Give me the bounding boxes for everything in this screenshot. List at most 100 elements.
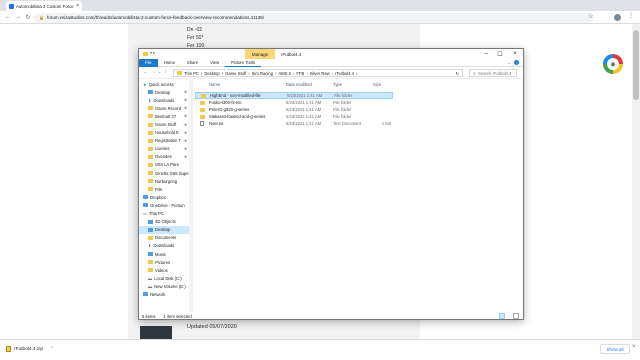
- nav-item-label: Pictures: [155, 259, 171, 265]
- up-icon[interactable]: ↑: [164, 69, 167, 75]
- folder-icon: [148, 187, 153, 192]
- file-row[interactable]: Note.txt 5/23/2021 1:41 AM Text Document 1 …: [195, 120, 393, 127]
- path-seg[interactable]: Game Stuff: [225, 71, 246, 76]
- nav-item[interactable]: Beeloutt 27 ✱: [139, 112, 189, 120]
- close-window-icon[interactable]: ×: [508, 49, 522, 59]
- star-icon[interactable]: ☆: [588, 13, 593, 20]
- nav-item[interactable]: Desktop ✱: [139, 88, 189, 96]
- ribbon-tab-picture-tools[interactable]: Picture Tools: [225, 59, 262, 67]
- back-icon[interactable]: ←: [3, 12, 13, 22]
- file-row[interactable]: PeterG-g920-g-series 5/23/2021 1:41 AM Fil…: [195, 106, 393, 113]
- nav-item[interactable]: G84 LA Pare: [139, 161, 189, 169]
- path-seg[interactable]: This PC: [184, 71, 199, 76]
- nav-item[interactable]: Pictures: [139, 258, 189, 266]
- nav-item[interactable]: Nurburgring: [139, 177, 189, 185]
- ribbon-tab-share[interactable]: Share: [181, 59, 204, 67]
- close-downloads-icon[interactable]: ×: [632, 344, 636, 350]
- help-icon[interactable]: ?: [514, 60, 519, 65]
- navigation-pane: ★ Quick access Desktop ✱ ⬇ Downloads ✱ Game Rec…: [139, 80, 189, 312]
- search-box[interactable]: ⚲ Search rFutbol4.4: [469, 69, 517, 77]
- maximize-icon[interactable]: ☐: [493, 49, 507, 59]
- window-title: rFutbol4.4: [281, 51, 302, 57]
- nav-item[interactable]: ⬇ Downloads ✱: [139, 96, 189, 104]
- nav-item[interactable]: Game Record ✱: [139, 104, 189, 112]
- column-type[interactable]: Type: [333, 82, 342, 87]
- nav-item[interactable]: Desktop: [139, 225, 189, 234]
- path-seg[interactable]: rFutbol4.4: [335, 71, 354, 76]
- nav-item[interactable]: OneDrive - Person: [139, 201, 189, 209]
- nav-item[interactable]: Documents: [139, 234, 189, 242]
- nav-item[interactable]: Household E ✱: [139, 129, 189, 137]
- column-size[interactable]: Size: [373, 82, 381, 87]
- nav-item[interactable]: Registration T ✱: [139, 137, 189, 145]
- file-name: Slakasso-lowend-and-g-series: [209, 114, 266, 119]
- post-thumbnail[interactable]: [140, 326, 172, 339]
- tiles-view-icon[interactable]: [513, 313, 519, 319]
- nav-item[interactable]: Videos: [139, 266, 189, 274]
- folder-icon: [177, 71, 182, 75]
- nav-item[interactable]: Game Stuff ✱: [139, 120, 189, 128]
- ribbon-expand-icon[interactable]: ⌄: [507, 60, 511, 65]
- nav-item[interactable]: ▬ New Volume (E:): [139, 282, 189, 290]
- nav-item[interactable]: Network: [139, 290, 189, 298]
- download-item[interactable]: rFutbol4.4.zip ⌃: [6, 344, 54, 354]
- details-view-icon[interactable]: [499, 313, 505, 319]
- minimize-icon[interactable]: –: [479, 49, 493, 59]
- file-row[interactable]: Fusko-t300-fx-etc 5/23/2021 1:41 AM File f…: [195, 99, 393, 106]
- nav-item[interactable]: 3D Objects: [139, 218, 189, 226]
- path-seg[interactable]: FFB: [296, 71, 304, 76]
- address-bar[interactable]: 🔒 forum.reizastudios.com/threads/automob…: [34, 12, 594, 23]
- file-row[interactable]: HighEnd - non-modified-file 5/23/2021 1:4…: [195, 92, 393, 99]
- zip-file-icon: [6, 346, 11, 352]
- explorer-title-bar[interactable]: ▾ ▸ Manage rFutbol4.4 – ☐ ×: [139, 49, 523, 59]
- column-date[interactable]: Date modified: [286, 82, 312, 87]
- star-icon: ★: [143, 81, 147, 87]
- path-seg[interactable]: AMS 2: [278, 71, 291, 76]
- ribbon-tab-file[interactable]: File: [139, 58, 158, 67]
- file-row[interactable]: Slakasso-lowend-and-g-series 5/23/2021 1:…: [195, 113, 393, 120]
- forward-icon[interactable]: →: [151, 69, 156, 75]
- file-name: Fusko-t300-fx-etc: [209, 100, 242, 105]
- qat-icon[interactable]: ▾ ▸: [150, 50, 155, 55]
- refresh-icon[interactable]: ↻: [455, 71, 459, 76]
- location-icon: [143, 203, 148, 208]
- forward-icon[interactable]: →: [13, 12, 23, 22]
- path-seg[interactable]: Sim Racing: [252, 71, 273, 76]
- reload-icon[interactable]: ↻: [23, 12, 33, 22]
- nav-item[interactable]: Ginetta G55 Supe: [139, 169, 189, 177]
- nav-item[interactable]: ▭ This PC: [139, 210, 189, 218]
- file-size: 1 KB: [381, 121, 391, 126]
- ribbon-tab-home[interactable]: Home: [158, 59, 181, 67]
- nav-item[interactable]: Liveries ✱: [139, 145, 189, 153]
- download-file-name: rFutbol4.4.zip: [14, 346, 44, 352]
- nav-item[interactable]: Music: [139, 250, 189, 258]
- ribbon-tab-view[interactable]: View: [204, 59, 225, 67]
- nav-item-label: 3D Objects: [155, 219, 176, 225]
- path-seg[interactable]: Silver Raw: [310, 71, 330, 76]
- manage-tab[interactable]: Manage: [245, 49, 275, 59]
- chevron-up-icon[interactable]: ⌃: [50, 347, 54, 352]
- folder-icon: [148, 268, 153, 273]
- nav-item[interactable]: Overides ✱: [139, 153, 189, 161]
- nav-item[interactable]: ★ Quick access: [139, 80, 189, 88]
- nav-item-label: Videos: [155, 267, 168, 273]
- path-bar[interactable]: This PC › Desktop › Game Stuff › Sim Racing…: [173, 69, 463, 77]
- drive-icon: ▬: [148, 275, 153, 281]
- folder-icon: [148, 154, 153, 159]
- column-name[interactable]: Name: [209, 82, 220, 87]
- browser-tab[interactable]: Automobilista 2 Custom Force F... ×: [6, 1, 82, 11]
- nav-item[interactable]: Pits: [139, 185, 189, 193]
- back-icon[interactable]: ←: [143, 69, 148, 75]
- page-scrollbar-thumb[interactable]: [633, 30, 639, 100]
- close-tab-icon[interactable]: ×: [76, 3, 79, 9]
- profile-icon[interactable]: [614, 14, 621, 21]
- folder-icon: [148, 138, 153, 143]
- folder-icon: [200, 114, 205, 119]
- nav-item[interactable]: ⬇ Downloads: [139, 242, 189, 250]
- nav-item[interactable]: ▬ Local Disk (C:): [139, 274, 189, 282]
- nav-item[interactable]: Dropbox: [139, 193, 189, 201]
- recent-icon[interactable]: ⌄: [158, 69, 161, 74]
- show-all-button[interactable]: Show all: [600, 344, 630, 354]
- menu-icon[interactable]: ⋮: [628, 12, 634, 19]
- path-seg[interactable]: Desktop: [204, 71, 219, 76]
